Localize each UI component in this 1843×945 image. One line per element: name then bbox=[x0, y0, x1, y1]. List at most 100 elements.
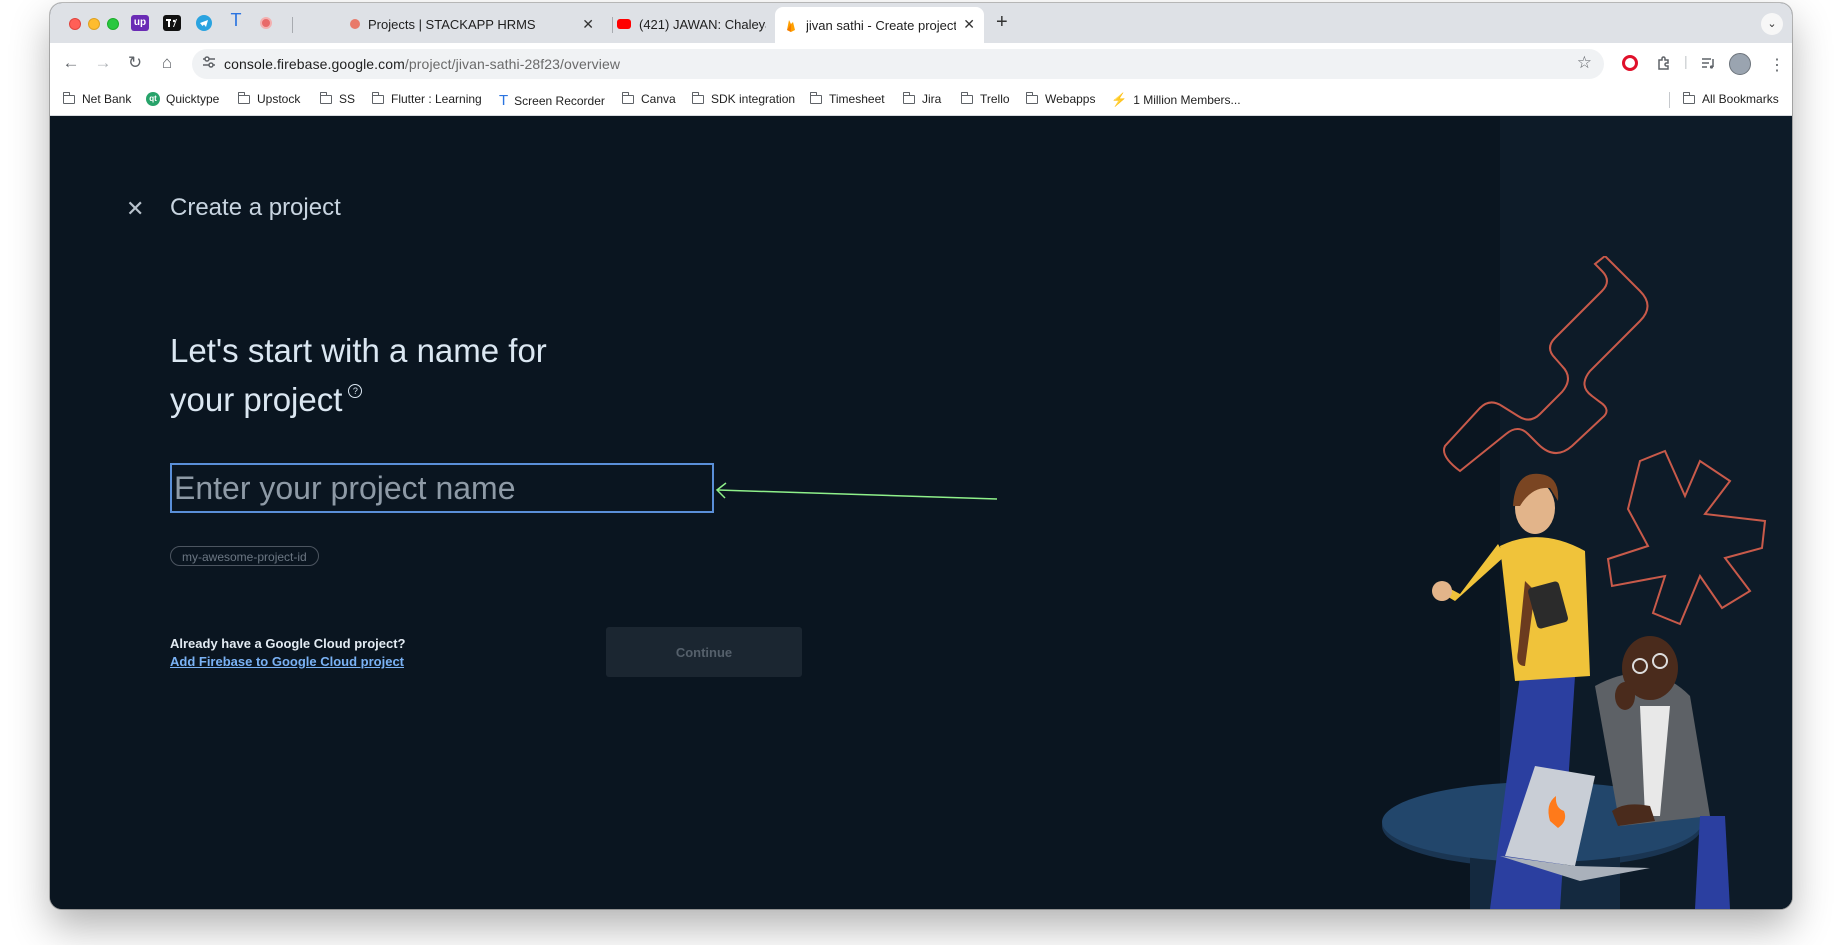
folder-icon bbox=[62, 91, 75, 104]
url-path: /project/jivan-sathi-28f23/overview bbox=[404, 56, 621, 72]
pinned-tab-tradingview-icon[interactable] bbox=[163, 15, 181, 31]
existing-project-prompt: Already have a Google Cloud project? bbox=[170, 636, 406, 651]
tab-close-icon[interactable]: ✕ bbox=[582, 16, 594, 33]
project-id-chip[interactable]: my-awesome-project-id bbox=[170, 546, 319, 566]
bookmark-label: Flutter : Learning bbox=[391, 92, 482, 106]
new-tab-button[interactable]: + bbox=[996, 11, 1008, 34]
url-host: console.firebase.google.com bbox=[224, 56, 405, 72]
bookmark-label: Webapps bbox=[1045, 92, 1096, 106]
folder-icon bbox=[691, 91, 704, 104]
woman-hand bbox=[1432, 581, 1452, 601]
bookmark-sdk-integration[interactable]: SDK integration bbox=[691, 91, 796, 106]
folder-icon bbox=[960, 91, 973, 104]
folder-icon bbox=[809, 91, 822, 104]
bookmark-trello[interactable]: Trello bbox=[960, 91, 1010, 106]
bookmark-label: SS bbox=[339, 92, 356, 106]
all-bookmarks-label: All Bookmarks bbox=[1702, 92, 1779, 106]
pinned-tab-app-icon[interactable] bbox=[260, 17, 272, 29]
bookmark-label: Screen Recorder bbox=[514, 93, 605, 108]
tab-separator bbox=[612, 17, 613, 33]
folder-icon bbox=[371, 91, 384, 104]
all-bookmarks-button[interactable]: All Bookmarks bbox=[1682, 91, 1779, 106]
bookmark-label: SDK integration bbox=[711, 92, 796, 106]
tab-separator bbox=[292, 17, 293, 33]
page-title: Create a project bbox=[170, 194, 341, 221]
window-minimize-button[interactable] bbox=[88, 18, 100, 30]
outline-shape-1 bbox=[1443, 256, 1649, 473]
bookmark-net-bank[interactable]: Net Bank bbox=[62, 91, 132, 106]
bookmark-timesheet[interactable]: Timesheet bbox=[809, 91, 885, 106]
bookmark-label: Jira bbox=[922, 92, 942, 106]
bookmark-label: Quicktype bbox=[166, 92, 220, 106]
youtube-favicon-icon bbox=[617, 19, 631, 29]
tab-firebase-create-project[interactable]: jivan sathi - Create project - F ✕ bbox=[775, 7, 984, 43]
bookmark-canva[interactable]: Canva bbox=[621, 91, 676, 106]
home-button[interactable]: ⌂ bbox=[156, 53, 178, 73]
pinned-tab-telegram-icon[interactable] bbox=[196, 15, 212, 31]
opera-extension-icon[interactable] bbox=[1622, 55, 1638, 71]
bookmark-quicktype[interactable]: qt Quicktype bbox=[146, 92, 219, 106]
bookmark-label: Net Bank bbox=[82, 92, 132, 106]
profile-avatar[interactable] bbox=[1729, 53, 1751, 75]
reload-button[interactable]: ↻ bbox=[124, 53, 146, 73]
folder-icon bbox=[902, 91, 915, 104]
tab-stackapp[interactable]: Projects | STACKAPP HRMS ✕ bbox=[350, 9, 600, 39]
browser-menu-icon[interactable]: ⋮ bbox=[1769, 55, 1785, 75]
continue-button[interactable]: Continue bbox=[606, 627, 802, 677]
close-icon[interactable]: ✕ bbox=[126, 196, 144, 222]
bookmark-label: 1 Million Members... bbox=[1133, 93, 1241, 107]
annotation-arrow bbox=[715, 482, 998, 500]
bookmark-1-million-members[interactable]: ⚡ 1 Million Members... bbox=[1111, 92, 1241, 108]
help-icon[interactable]: ? bbox=[348, 384, 363, 398]
bookmark-star-icon[interactable]: ☆ bbox=[1577, 53, 1592, 73]
forward-button[interactable]: → bbox=[92, 53, 114, 73]
address-bar[interactable]: console.firebase.google.com/project/jiva… bbox=[192, 49, 1604, 79]
media-control-icon[interactable] bbox=[1700, 55, 1716, 75]
folder-icon bbox=[237, 91, 250, 104]
bookmark-ss[interactable]: SS bbox=[319, 91, 356, 106]
man-legs bbox=[1695, 816, 1730, 909]
quicktype-icon: qt bbox=[146, 92, 160, 106]
screen-recorder-icon: T bbox=[499, 92, 509, 109]
extensions-puzzle-icon[interactable] bbox=[1656, 55, 1672, 75]
browser-toolbar: ← → ↻ ⌂ console.firebase.google.com/proj… bbox=[50, 43, 1792, 85]
folder-icon bbox=[1025, 91, 1038, 104]
folder-icon bbox=[1682, 91, 1695, 104]
outline-shape-2 bbox=[1606, 449, 1767, 626]
tab-title: (421) JAWAN: Chaleya (H bbox=[639, 16, 766, 32]
bookmark-jira[interactable]: Jira bbox=[902, 91, 942, 106]
add-firebase-to-cloud-project-link[interactable]: Add Firebase to Google Cloud project bbox=[170, 654, 404, 669]
tab-title: Projects | STACKAPP HRMS bbox=[368, 16, 536, 32]
folder-icon bbox=[621, 91, 634, 104]
bookmark-flutter-learning[interactable]: Flutter : Learning bbox=[371, 91, 482, 106]
toolbar-divider: | bbox=[1684, 53, 1688, 69]
folder-icon bbox=[319, 91, 332, 104]
bookmarks-bar: Net Bank qt Quicktype Upstock SS Flutter … bbox=[50, 85, 1792, 116]
bookmark-label: Upstock bbox=[257, 92, 301, 106]
headline-line-1: Let's start with a name for bbox=[170, 332, 547, 369]
window-close-button[interactable] bbox=[69, 18, 81, 30]
bookmark-webapps[interactable]: Webapps bbox=[1025, 91, 1096, 106]
project-name-input[interactable] bbox=[170, 463, 714, 513]
flutter-icon: ⚡ bbox=[1111, 92, 1128, 107]
firebase-favicon-icon bbox=[784, 18, 798, 32]
bookmark-screen-recorder[interactable]: T Screen Recorder bbox=[499, 92, 605, 109]
tab-strip: up T Projects | STACKAPP HRMS ✕ (421) JA… bbox=[50, 3, 1792, 43]
bookmark-label: Timesheet bbox=[829, 92, 885, 106]
bookmark-upstock[interactable]: Upstock bbox=[237, 91, 301, 106]
site-settings-icon[interactable] bbox=[200, 55, 218, 73]
headline-line-2: your project bbox=[170, 381, 343, 418]
people-with-laptop-illustration bbox=[1382, 256, 1767, 909]
window-maximize-button[interactable] bbox=[107, 18, 119, 30]
url-text[interactable]: console.firebase.google.com/project/jiva… bbox=[224, 56, 620, 72]
bookmark-label: Canva bbox=[641, 92, 676, 106]
pinned-tab-upwork[interactable]: up bbox=[131, 15, 149, 31]
back-button[interactable]: ← bbox=[60, 53, 82, 73]
pinned-tab-screen-recorder[interactable]: T bbox=[227, 11, 245, 29]
tab-search-button[interactable]: ⌄ bbox=[1761, 13, 1783, 35]
firebase-create-project-page: ✕ Create a project Let's start with a na… bbox=[50, 116, 1792, 909]
tab-close-icon[interactable]: ✕ bbox=[963, 16, 975, 33]
bookmark-label: Trello bbox=[980, 92, 1010, 106]
stackapp-favicon-icon bbox=[350, 19, 360, 29]
tab-title: jivan sathi - Create project - F bbox=[806, 17, 956, 33]
